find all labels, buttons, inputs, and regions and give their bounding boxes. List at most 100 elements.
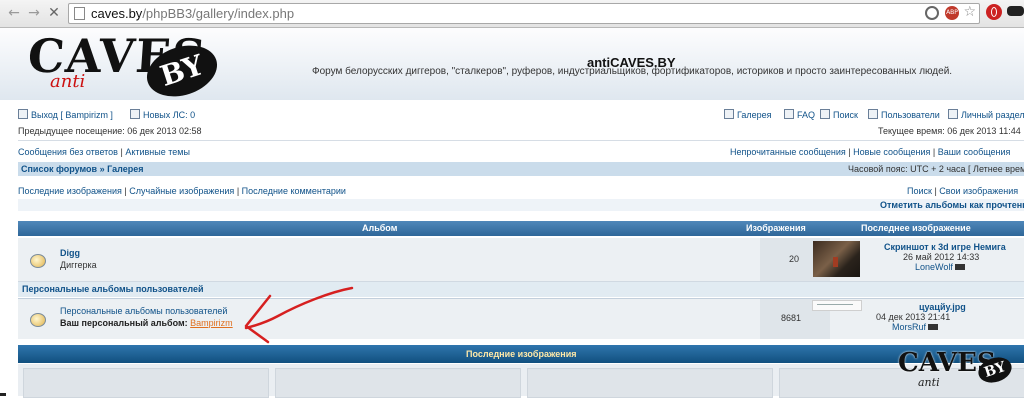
- recent-images-title: Последние изображения: [466, 349, 577, 359]
- gallery-links-right: Поиск | Свои изображения: [907, 186, 1019, 196]
- folder-icon: [30, 254, 46, 268]
- personal-goto-post-icon[interactable]: [928, 324, 939, 330]
- forward-icon[interactable]: →: [26, 5, 42, 21]
- personal-album-row: Персональные альбомы пользователей Ваш п…: [18, 298, 1024, 339]
- your-posts-link[interactable]: Ваши сообщения: [938, 147, 1011, 157]
- breadcrumb-home[interactable]: Список форумов: [21, 164, 97, 174]
- personal-icon: [948, 109, 958, 119]
- search-link[interactable]: Поиск: [820, 109, 858, 120]
- adblock-icon[interactable]: ABP: [945, 6, 959, 20]
- search-label: Поиск: [833, 110, 858, 120]
- breadcrumb-sep: »: [99, 164, 105, 174]
- logout-icon: [18, 109, 28, 119]
- mask-extension-icon[interactable]: [1007, 6, 1024, 16]
- personal-album-label: Ваш персональный альбом:: [60, 318, 188, 328]
- album-row: Digg Диггерка 20: [18, 238, 1024, 282]
- col-last-image: Последнее изображение: [861, 223, 971, 233]
- personal-last-title[interactable]: цуацйу.jpg: [919, 302, 966, 312]
- active-topics-link[interactable]: Активные темы: [125, 147, 190, 157]
- album-last-user-wrap: LoneWolf: [915, 262, 965, 272]
- personal-album-link[interactable]: Bampirizm: [190, 318, 233, 328]
- divider: [18, 140, 1024, 141]
- quick-links-right: Непрочитанные сообщения | Новые сообщени…: [730, 147, 1011, 157]
- personal-last-user[interactable]: MorsRuf: [892, 322, 926, 332]
- category-title[interactable]: Персональные альбомы пользователей: [22, 284, 204, 294]
- album-desc: Диггерка: [60, 260, 97, 270]
- new-pm-link[interactable]: Новых ЛС: 0: [130, 109, 195, 120]
- site-logo[interactable]: CAVES anti BY: [26, 29, 224, 105]
- personal-count: 8681: [781, 313, 802, 323]
- pm-icon: [130, 109, 140, 119]
- recent-image-slot[interactable]: [527, 368, 773, 398]
- members-link[interactable]: Пользователи: [868, 109, 940, 120]
- opera-extension-icon[interactable]: [986, 4, 1002, 20]
- album-last-user[interactable]: LoneWolf: [915, 262, 953, 272]
- recent-images-link[interactable]: Последние изображения: [18, 186, 122, 196]
- personal-thumbnail[interactable]: [812, 300, 862, 311]
- personal-album-name[interactable]: Персональные альбомы пользователей: [60, 306, 227, 316]
- unanswered-link[interactable]: Сообщения без ответов: [18, 147, 118, 157]
- timezone: Часовой пояс: UTC + 2 часа [ Летнее врем…: [848, 164, 1024, 174]
- faq-label: FAQ: [797, 110, 816, 120]
- watermark-logo: CAVES BY anti: [898, 348, 1018, 396]
- album-last-title[interactable]: Скриншот к 3d игре Немига: [884, 242, 1006, 252]
- personal-link[interactable]: Личный раздел: [948, 109, 1024, 120]
- own-images-link[interactable]: Свои изображения: [939, 186, 1018, 196]
- mark-read-bar: Отметить альбомы как прочтенные: [18, 199, 1024, 211]
- back-icon[interactable]: ←: [6, 5, 22, 21]
- personal-album-label-wrap: Ваш персональный альбом: Bampirizm: [60, 318, 233, 328]
- address-bar[interactable]: caves.by/phpBB3/gallery/index.php ABP ☆: [68, 3, 980, 24]
- gallery-links-left: Последние изображения | Случайные изобра…: [18, 186, 346, 196]
- logout-link[interactable]: Выход [ Bampirizm ]: [18, 109, 113, 120]
- breadcrumb-trail: Список форумов » Галерея: [21, 164, 143, 174]
- albums-table-header: Альбом Изображения Последнее изображение: [18, 221, 1024, 236]
- star-icon[interactable]: ☆: [963, 4, 976, 20]
- recent-image-slot[interactable]: [23, 368, 269, 398]
- category-header: Персональные альбомы пользователей: [18, 282, 1024, 297]
- breadcrumb: Список форумов » Галерея Часовой пояс: U…: [18, 162, 1024, 176]
- col-album: Альбом: [362, 223, 398, 233]
- url-text[interactable]: caves.by/phpBB3/gallery/index.php: [91, 6, 294, 21]
- personal-label: Личный раздел: [961, 110, 1024, 120]
- mark-read-link[interactable]: Отметить альбомы как прочтенные: [880, 200, 1024, 210]
- members-icon: [868, 109, 878, 119]
- col-images: Изображения: [746, 223, 806, 233]
- zoom-icon[interactable]: [925, 6, 939, 20]
- gallery-label: Галерея: [737, 110, 772, 120]
- recent-comments-link[interactable]: Последние комментарии: [242, 186, 346, 196]
- personal-last-user-wrap: MorsRuf: [892, 322, 939, 332]
- album-count: 20: [789, 254, 800, 264]
- close-icon[interactable]: ✕: [46, 5, 62, 21]
- album-name[interactable]: Digg: [60, 248, 80, 258]
- logout-label: Выход [ Bampirizm ]: [31, 110, 113, 120]
- personal-last-date: 04 дек 2013 21:41: [876, 312, 951, 322]
- goto-post-icon[interactable]: [954, 264, 965, 270]
- gallery-link[interactable]: Галерея: [724, 109, 772, 120]
- breadcrumb-current[interactable]: Галерея: [107, 164, 143, 174]
- new-posts-link[interactable]: Новые сообщения: [853, 147, 930, 157]
- url-path: /phpBB3/gallery/index.php: [142, 6, 295, 21]
- recent-images-header: Последние изображения: [18, 345, 1024, 363]
- watermark-anti: anti: [918, 376, 940, 389]
- unread-link[interactable]: Непрочитанные сообщения: [730, 147, 846, 157]
- personal-album-name-text: Персональные альбомы пользователей: [60, 306, 228, 316]
- browser-toolbar: ← → ✕ caves.by/phpBB3/gallery/index.php …: [0, 0, 1024, 28]
- random-images-link[interactable]: Случайные изображения: [129, 186, 234, 196]
- album-last-date: 26 май 2012 14:33: [903, 252, 980, 262]
- album-thumbnail[interactable]: [813, 241, 860, 277]
- album-name-text: Digg: [60, 248, 80, 258]
- gallery-search-link[interactable]: Поиск: [907, 186, 932, 196]
- current-time: Текущее время: 06 дек 2013 11:44: [878, 126, 1021, 136]
- members-label: Пользователи: [881, 110, 940, 120]
- url-host: caves.by: [91, 6, 143, 21]
- recent-image-slot[interactable]: [275, 368, 521, 398]
- personal-folder-icon: [30, 313, 46, 327]
- logo-anti: anti: [50, 71, 86, 92]
- gallery-icon: [724, 109, 734, 119]
- new-pm-label: Новых ЛС: 0: [143, 110, 196, 120]
- search-icon: [820, 109, 830, 119]
- quick-links-left: Сообщения без ответов | Активные темы: [18, 147, 190, 157]
- faq-link[interactable]: FAQ: [784, 109, 815, 120]
- page-icon: [74, 7, 85, 20]
- faq-icon: [784, 109, 794, 119]
